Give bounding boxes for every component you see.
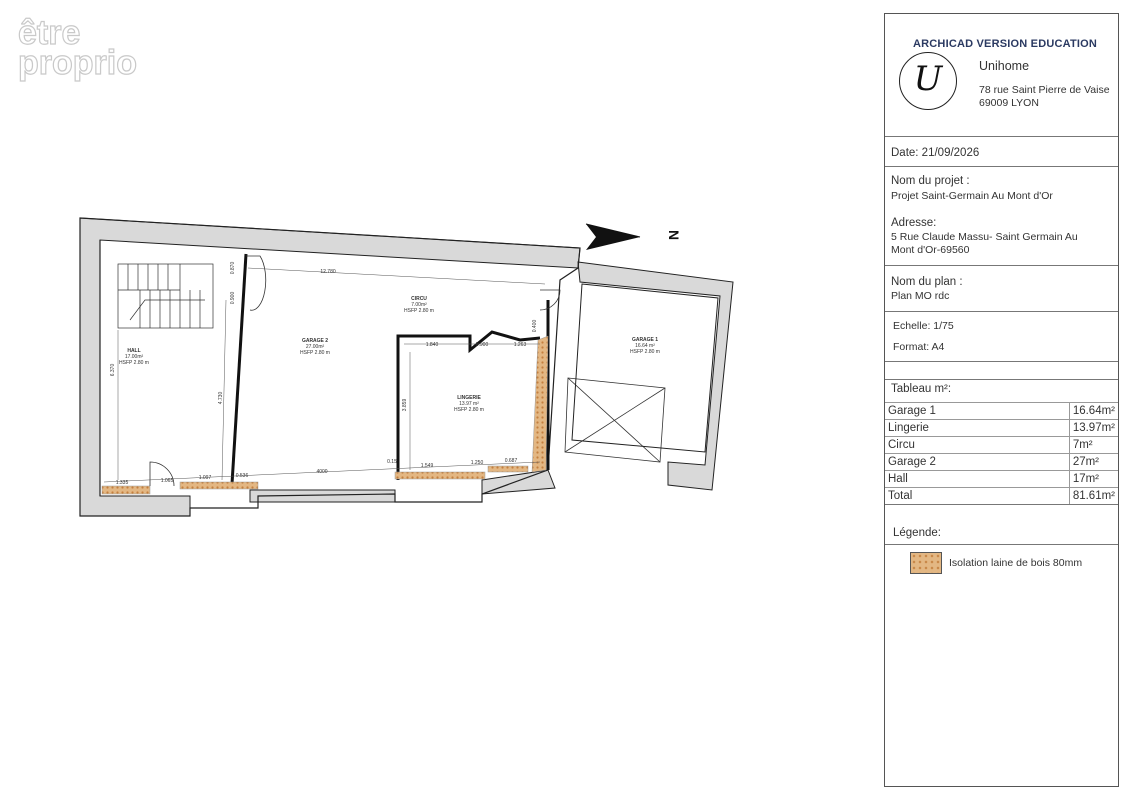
table-cell-room: Lingerie: [885, 419, 1070, 437]
dim-bottom-5: 4000: [316, 469, 327, 475]
format: Format: A4: [893, 341, 945, 353]
company-address-line1: 78 rue Saint Pierre de Vaise: [979, 84, 1110, 96]
total-value: 81.61m²: [1068, 487, 1118, 505]
dim-hall-depth: 6.370: [110, 364, 116, 377]
table-cell-room: Garage 2: [885, 453, 1070, 471]
dim-lingerie-w3: 1.263: [514, 342, 527, 348]
interior-walls: [230, 253, 550, 485]
company-address-line2: 69009 LYON: [979, 97, 1039, 109]
dim-stair-b: 0.900: [230, 292, 236, 305]
table-row: Garage 1 16.64m²: [885, 402, 1118, 420]
scale: Echelle: 1/75: [893, 320, 954, 332]
table-row: Hall 17m²: [885, 470, 1118, 488]
plan-section: Nom du plan : Plan MO rdc: [885, 266, 1118, 312]
dim-top-length: 12.780: [320, 269, 336, 275]
dim-bottom-4: 0.536: [236, 473, 249, 479]
date-section: Date: 21/09/2026: [885, 137, 1118, 167]
date: Date: 21/09/2026: [891, 147, 980, 159]
table-cell-value: 13.97m²: [1068, 419, 1118, 437]
dim-bottom-9: 0.687: [505, 458, 518, 464]
area-table: Garage 1 16.64m² Lingerie 13.97m² Circu …: [885, 402, 1118, 505]
company-logo: U: [899, 52, 957, 110]
header-section: ARCHICAD VERSION EDUCATION U Unihome 78 …: [885, 14, 1118, 137]
table-row: Circu 7m²: [885, 436, 1118, 454]
dim-bottom-1: 1.335: [116, 480, 129, 486]
table-cell-value: 16.64m²: [1068, 402, 1118, 420]
table-row: Lingerie 13.97m²: [885, 419, 1118, 437]
table-title: Tableau m²:: [891, 383, 952, 395]
garage1-inner: [571, 283, 719, 453]
table-cell-room: Hall: [885, 470, 1070, 488]
project-label: Nom du projet :: [891, 175, 970, 187]
dim-bottom-2: 1.065: [161, 478, 174, 484]
address-label: Adresse:: [891, 217, 937, 229]
room-height-hall: HSFP 2.80 m: [119, 360, 149, 366]
dim-lingerie-w1: 1.840: [426, 342, 439, 348]
address-value-line2: Mont d'Or-69560: [891, 244, 970, 256]
room-height-circu: HSFP 2.80 m: [404, 308, 434, 314]
plan-value: Plan MO rdc: [891, 290, 950, 302]
north-label: N: [666, 230, 682, 240]
doors: [149, 255, 666, 487]
room-height-lingerie: HSFP 2.80 m: [454, 407, 484, 413]
dim-bottom-6: 0.15: [387, 459, 397, 465]
project-section: Nom du projet : Projet Saint-Germain Au …: [885, 167, 1118, 266]
floor-plan: N HALL 17.00m² HSFP 2.80 m GARAGE 2 27.0…: [79, 217, 734, 517]
table-cell-value: 27m²: [1068, 453, 1118, 471]
spacer-row: [885, 362, 1118, 380]
company-name: Unihome: [979, 59, 1030, 73]
dim-bottom-7: 1.549: [421, 463, 434, 469]
project-value: Projet Saint-Germain Au Mont d'Or: [891, 190, 1053, 202]
dimension-labels: 12.780 6.370 4.730 3.859 0.870 0.900 1.8…: [110, 262, 538, 486]
header-title: ARCHICAD VERSION EDUCATION: [913, 38, 1098, 50]
dim-lingerie-w2: 0.900: [476, 342, 489, 348]
legend-item: Isolation laine de bois 80mm: [949, 557, 1083, 569]
legend-divider: [885, 544, 1118, 545]
plan-label: Nom du plan :: [891, 276, 963, 288]
dim-circu-gap: 0.400: [532, 320, 538, 333]
dim-stair-a: 0.870: [230, 262, 236, 275]
dim-garage2-depth: 4.730: [218, 392, 224, 405]
table-total-row: Total 81.61m²: [885, 487, 1118, 505]
room-height-garage1: HSFP 2.80 m: [630, 349, 660, 355]
table-cell-room: Circu: [885, 436, 1070, 454]
dim-bottom-3: 1.097: [199, 475, 212, 481]
legend-title: Légende:: [893, 527, 941, 539]
title-block: ARCHICAD VERSION EDUCATION U Unihome 78 …: [884, 13, 1119, 787]
table-cell-value: 17m²: [1068, 470, 1118, 488]
total-label: Total: [885, 487, 1070, 505]
dim-lingerie-depth: 3.859: [402, 399, 408, 412]
outer-walls: [79, 217, 734, 517]
table-row: Garage 2 27m²: [885, 453, 1118, 471]
north-arrow: [585, 223, 641, 250]
table-cell-value: 7m²: [1068, 436, 1118, 454]
insulation-swatch: [910, 552, 942, 574]
room-height-garage2: HSFP 2.80 m: [300, 350, 330, 356]
stairs: [117, 263, 214, 329]
logo-letter: U: [913, 59, 943, 99]
table-cell-room: Garage 1: [885, 402, 1070, 420]
dim-bottom-8: 1.250: [471, 460, 484, 466]
scale-section: Echelle: 1/75 Format: A4: [885, 312, 1118, 362]
address-value-line1: 5 Rue Claude Massu- Saint Germain Au: [891, 231, 1078, 243]
